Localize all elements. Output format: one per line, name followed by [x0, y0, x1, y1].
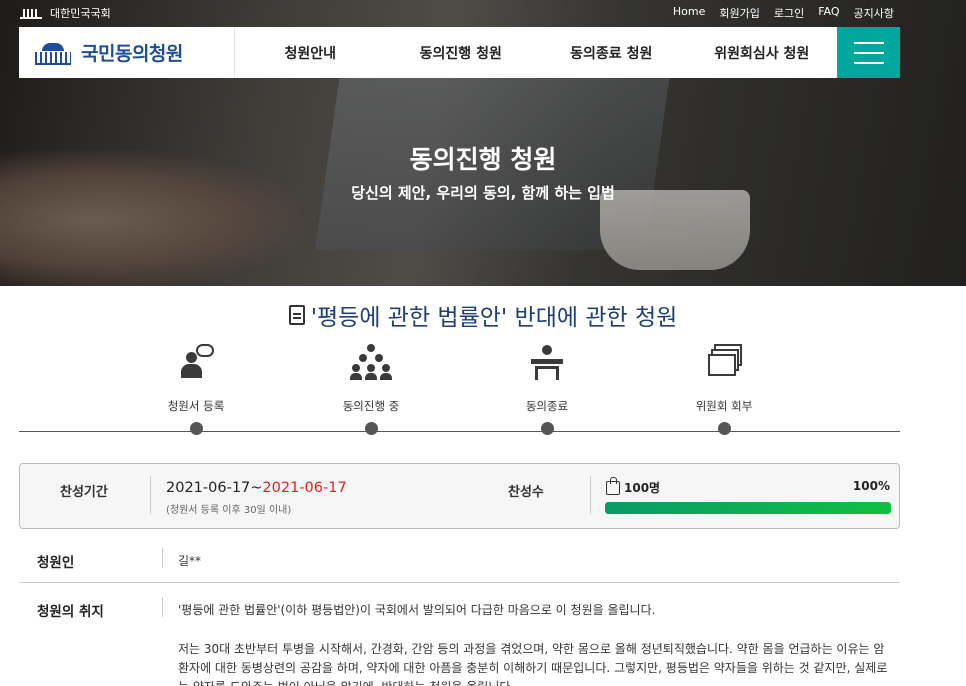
petition-title: '평등에 관한 법률안' 반대에 관한 청원	[310, 305, 678, 331]
step-committee: 위원회 회부	[664, 342, 784, 435]
step-label: 위원회 회부	[695, 399, 753, 413]
brand-name: 국민동의청원	[81, 43, 183, 65]
step-label: 동의종료	[525, 399, 569, 413]
assembly-logo-icon	[20, 7, 42, 19]
home-link[interactable]: Home	[673, 5, 705, 21]
brand-logo[interactable]: 국민동의청원	[19, 27, 235, 78]
step-closed: 동의종료	[487, 342, 607, 435]
purpose-body: 저는 30대 초반부터 투병을 시작해서, 간경화, 간암 등의 과정을 겪었으…	[178, 642, 888, 686]
assembly-building-icon	[33, 42, 73, 65]
step-dot	[540, 422, 554, 435]
step-dot	[189, 422, 203, 435]
step-label: 동의진행 중	[342, 399, 400, 413]
support-progress-fill	[605, 502, 891, 514]
period-start: 2021-06-17~	[166, 480, 263, 496]
nav-item-committee[interactable]: 위원회심사 청원	[687, 27, 838, 78]
petitioner-row: 청원인 길**	[19, 543, 900, 583]
progress-steps: 청원서 등록 동의진행 중 동의종료 위원회 회부	[19, 342, 900, 442]
period-label: 찬성기간	[60, 485, 108, 500]
step-registration: 청원서 등록	[136, 342, 256, 435]
step-dot	[717, 422, 731, 435]
hamburger-icon[interactable]	[837, 27, 900, 78]
main-navbar: 국민동의청원 청원안내 동의진행 청원 동의종료 청원 위원회심사 청원	[19, 27, 900, 78]
podium-icon	[527, 342, 567, 382]
nav-item-ongoing[interactable]: 동의진행 청원	[386, 27, 537, 78]
period-note: (청원서 등록 이후 30일 이내)	[166, 505, 292, 516]
thumbs-up-icon	[606, 476, 620, 495]
utility-links: Home 회원가입 로그인 FAQ 공지사항	[673, 5, 894, 21]
faq-link[interactable]: FAQ	[818, 5, 839, 21]
nav-item-closed[interactable]: 동의종료 청원	[536, 27, 687, 78]
petitioner-label: 청원인	[37, 555, 75, 571]
hero-title: 동의진행 청원	[409, 145, 557, 174]
login-link[interactable]: 로그인	[774, 5, 804, 21]
support-info-box: 찬성기간 2021-06-17~2021-06-17 (청원서 등록 이후 30…	[19, 463, 900, 529]
period-value: 2021-06-17~2021-06-17	[166, 480, 347, 496]
support-percent: 100%	[852, 479, 890, 493]
step-ongoing: 동의진행 중	[311, 342, 431, 435]
hero-subtitle: 당신의 제안, 우리의 동의, 함께 하는 입법	[351, 184, 615, 202]
crowd-icon	[350, 342, 392, 382]
support-count: 100명	[606, 476, 661, 496]
org-name: 대한민국국회	[50, 7, 111, 20]
nav-item-guide[interactable]: 청원안내	[235, 27, 386, 78]
top-utility-bar: 대한민국국회 Home 회원가입 로그인 FAQ 공지사항	[0, 0, 966, 26]
support-progress-bar	[605, 502, 891, 514]
main-menu: 청원안내 동의진행 청원 동의종료 청원 위원회심사 청원	[235, 27, 837, 78]
speech-person-icon	[176, 342, 216, 382]
period-end: 2021-06-17	[262, 480, 347, 496]
signup-link[interactable]: 회원가입	[719, 5, 759, 21]
national-assembly-link[interactable]: 대한민국국회	[20, 5, 111, 21]
documents-icon	[704, 342, 744, 382]
notice-link[interactable]: 공지사항	[854, 5, 894, 21]
step-dot	[364, 422, 378, 435]
count-value: 100명	[624, 481, 661, 495]
count-label: 찬성수	[508, 485, 544, 500]
document-icon	[288, 305, 305, 325]
step-label: 청원서 등록	[167, 399, 225, 413]
petition-title-row: '평등에 관한 법률안' 반대에 관한 청원	[0, 298, 966, 332]
petitioner-value: 길**	[178, 554, 202, 568]
